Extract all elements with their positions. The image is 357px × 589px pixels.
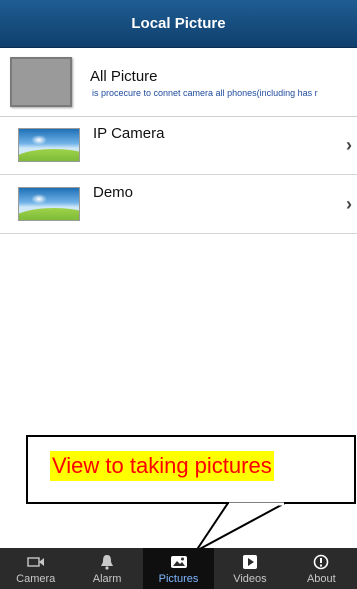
list-item-ip-camera[interactable]: IP Camera › — [0, 117, 357, 175]
chevron-right-icon: › — [346, 135, 352, 155]
tab-about[interactable]: About — [286, 548, 357, 589]
tab-label: About — [306, 573, 336, 585]
info-icon — [313, 553, 329, 571]
callout-box: View to taking pictures — [26, 435, 356, 504]
callout-text: View to taking pictures — [50, 451, 274, 481]
all-picture-subtitle: is procecure to connet camera all phones… — [92, 88, 318, 98]
tab-videos[interactable]: Videos — [214, 548, 285, 589]
album-thumbnail-placeholder — [10, 57, 72, 107]
all-picture-title: All Picture — [90, 68, 158, 85]
image-icon — [18, 187, 80, 221]
tab-label: Pictures — [158, 573, 199, 585]
chevron-right-icon: › — [346, 194, 352, 214]
tab-label: Videos — [233, 573, 267, 585]
video-icon — [242, 553, 258, 571]
tab-camera[interactable]: Camera — [0, 548, 71, 589]
bell-icon — [100, 553, 114, 571]
tab-alarm[interactable]: Alarm — [71, 548, 142, 589]
camera-icon — [27, 553, 45, 571]
picture-icon — [170, 553, 188, 571]
all-picture-item[interactable]: All Picture is procecure to connet camer… — [0, 48, 357, 117]
list-item-label: IP Camera — [93, 125, 165, 142]
list-item-demo[interactable]: Demo › — [0, 176, 357, 234]
image-icon — [18, 128, 80, 162]
bottom-tab-bar: Camera Alarm Pictures Videos About — [0, 548, 357, 589]
header-bar: Local Picture — [0, 0, 357, 48]
tab-label: Camera — [16, 573, 56, 585]
list-item-label: Demo — [93, 184, 134, 201]
tab-label: Alarm — [92, 573, 122, 585]
page-title: Local Picture — [131, 15, 226, 32]
tab-pictures[interactable]: Pictures — [142, 548, 215, 589]
